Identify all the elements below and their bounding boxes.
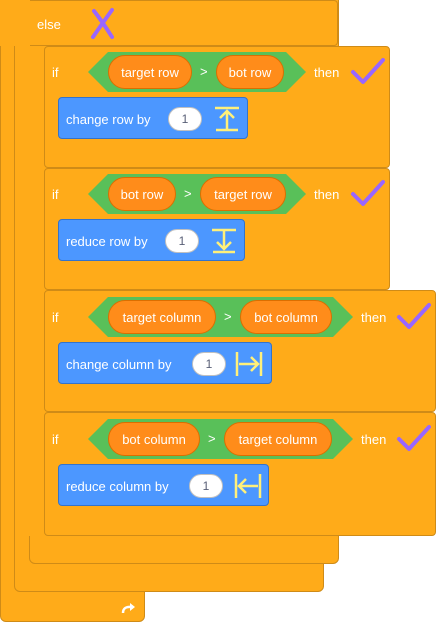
bot-column-reporter[interactable]: bot column [240,300,332,334]
if-label: if [52,310,59,325]
target-row-reporter[interactable]: target row [108,55,192,89]
check-mark-icon [397,425,431,451]
reduce-row-block[interactable]: reduce row by 1 [58,219,245,261]
operator-symbol: > [184,186,192,201]
else-label: else [37,17,61,32]
check-mark-icon [351,58,385,84]
cross-mark-icon [91,8,114,39]
then-label: then [361,432,387,447]
arrow-right-to-bar-icon [235,352,263,376]
if-label: if [52,65,59,80]
loop-arrow-icon [121,603,135,614]
then-label: then [361,310,387,325]
action-label: reduce row by [66,234,148,249]
number-input[interactable]: 1 [192,352,226,376]
arrow-left-to-bar-icon [234,474,262,498]
target-column-reporter[interactable]: target column [224,422,332,456]
check-mark-icon [351,180,385,206]
bot-column-reporter[interactable]: bot column [108,422,200,456]
bot-row-reporter[interactable]: bot row [216,55,284,89]
action-label: reduce column by [66,479,169,494]
action-label: change column by [66,357,172,372]
arrow-up-to-bar-icon [215,106,239,132]
change-row-block[interactable]: change row by 1 [58,97,248,139]
then-label: then [314,187,340,202]
if-label: if [52,187,59,202]
target-column-reporter[interactable]: target column [108,300,216,334]
check-mark-icon [397,303,431,329]
number-input[interactable]: 1 [168,107,202,131]
greater-than-operator[interactable]: target row > bot row [88,52,306,92]
greater-than-operator[interactable]: bot column > target column [88,419,353,459]
bot-row-reporter[interactable]: bot row [108,177,176,211]
action-label: change row by [66,112,151,127]
then-label: then [314,65,340,80]
target-row-reporter[interactable]: target row [200,177,286,211]
number-input[interactable]: 1 [189,474,223,498]
operator-symbol: > [200,64,208,79]
greater-than-operator[interactable]: target column > bot column [88,297,353,337]
operator-symbol: > [208,431,216,446]
operator-symbol: > [224,309,232,324]
number-input[interactable]: 1 [165,229,199,253]
reduce-column-block[interactable]: reduce column by 1 [58,464,269,506]
if-label: if [52,432,59,447]
arrow-down-to-bar-icon [212,228,236,254]
change-column-block[interactable]: change column by 1 [58,342,272,384]
greater-than-operator[interactable]: bot row > target row [88,174,306,214]
